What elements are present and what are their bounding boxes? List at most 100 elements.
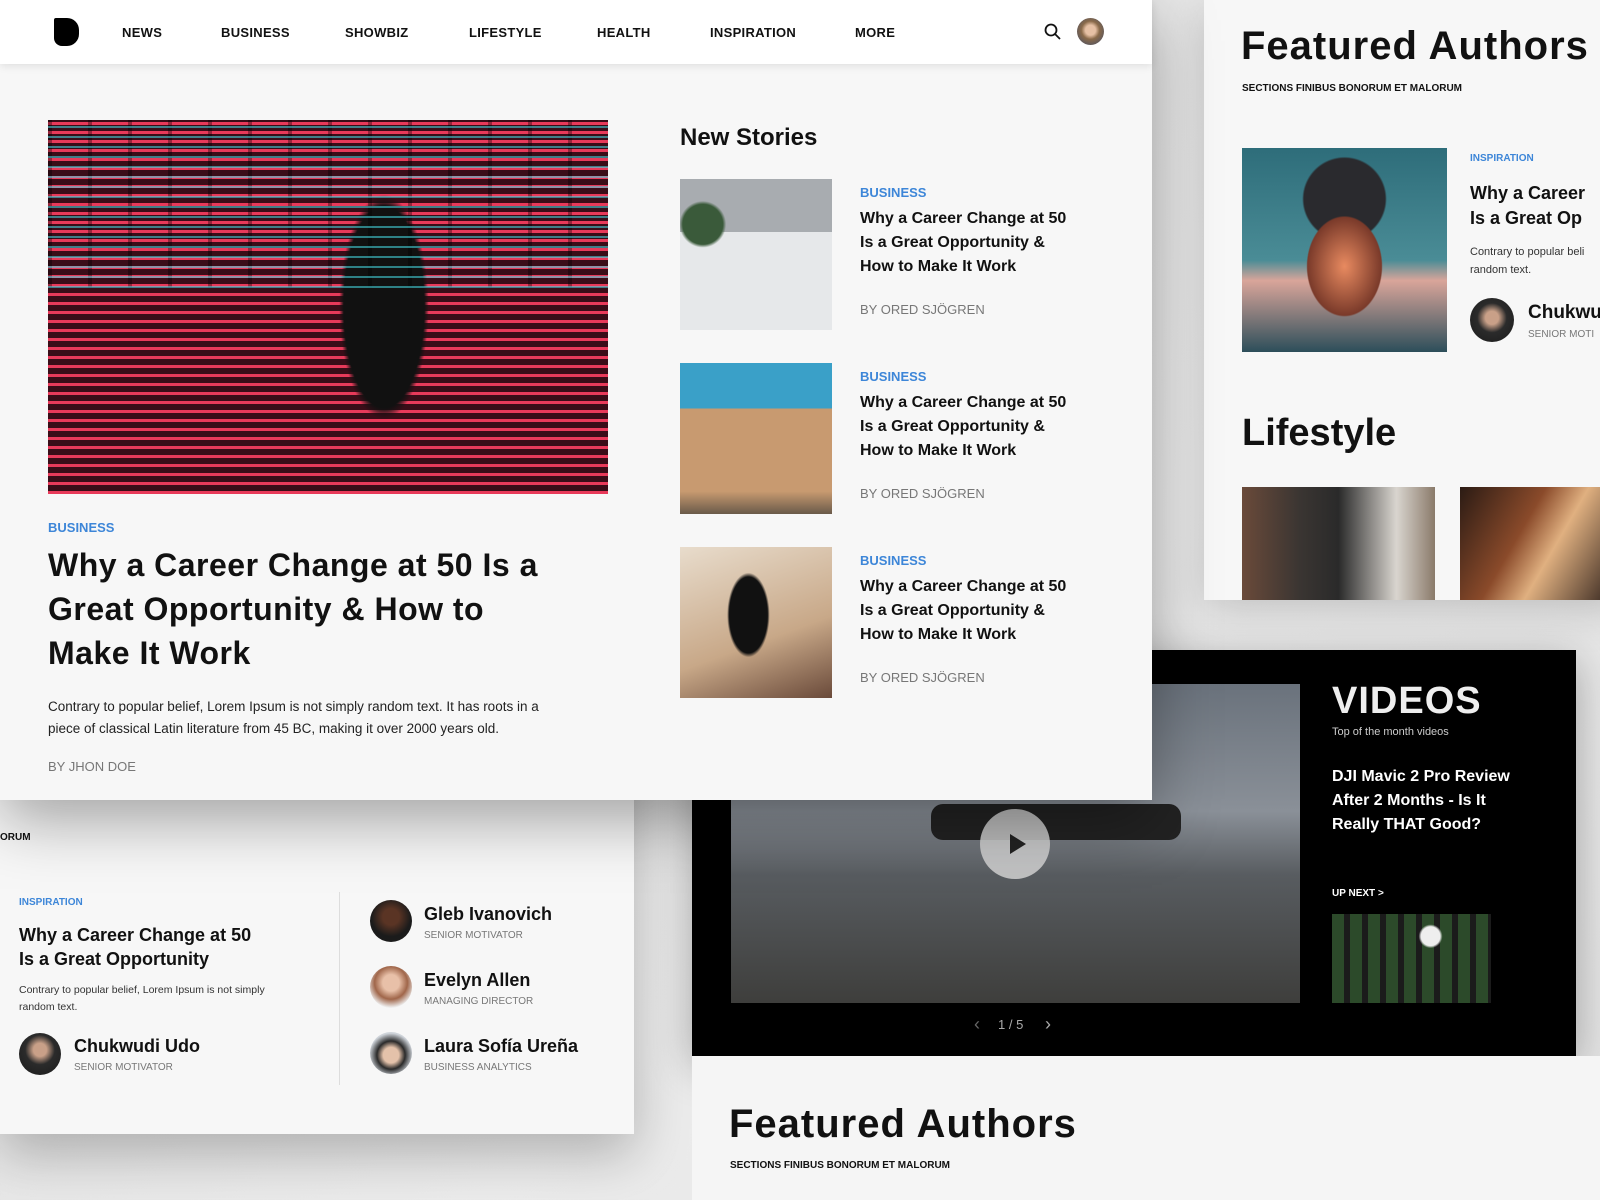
user-avatar[interactable]	[1077, 18, 1104, 45]
desc-line: piece of classical Latin literature from…	[48, 721, 499, 736]
story-category[interactable]: BUSINESS	[860, 185, 926, 200]
article-description: Contrary to popular beli random text.	[1470, 243, 1584, 279]
desc-line: Contrary to popular beli	[1470, 246, 1585, 258]
nav-business[interactable]: BUSINESS	[221, 25, 290, 40]
story-thumbnail[interactable]	[680, 363, 832, 514]
story-category[interactable]: BUSINESS	[860, 553, 926, 568]
title-line: Why a Career Change at 50 Is a	[48, 547, 538, 583]
avatar[interactable]	[370, 1032, 412, 1074]
lifestyle-image[interactable]	[1460, 487, 1600, 600]
title-line: Make It Work	[48, 635, 251, 671]
nav-inspiration[interactable]: INSPIRATION	[710, 25, 796, 40]
logo[interactable]	[54, 18, 79, 46]
section-title: Featured Authors	[729, 1102, 1077, 1146]
up-next-link[interactable]: UP NEXT >	[1332, 888, 1384, 899]
article-image[interactable]	[1242, 148, 1447, 352]
author-name[interactable]: Evelyn Allen	[424, 970, 530, 991]
hero-lights	[48, 120, 608, 289]
story-byline[interactable]: BY ORED SJÖGREN	[860, 670, 985, 685]
pager: 1 / 5	[998, 1017, 1024, 1032]
hero-description: Contrary to popular belief, Lorem Ipsum …	[48, 696, 539, 740]
title-line: Is a Great Opportunity &	[860, 234, 1045, 251]
section-subtitle: SECTIONS FINIBUS BONORUM ET MALORUM	[1242, 83, 1462, 94]
author-role: SENIOR MOTI	[1528, 329, 1595, 340]
section-subtitle: SECTIONS FINIBUS BONORUM ET MALORUM	[730, 1160, 950, 1171]
article-category[interactable]: INSPIRATION	[1470, 153, 1534, 164]
title-line: Is a Great Opportunity &	[860, 418, 1045, 435]
nav-more[interactable]: MORE	[855, 25, 895, 40]
nav-health[interactable]: HEALTH	[597, 25, 651, 40]
desc-line: random text.	[19, 1001, 78, 1013]
up-next-thumbnail[interactable]	[1332, 914, 1491, 1003]
story-byline[interactable]: BY ORED SJÖGREN	[860, 302, 985, 317]
author-name[interactable]: Gleb Ivanovich	[424, 904, 552, 925]
avatar[interactable]	[370, 900, 412, 942]
title-line: Really THAT Good?	[1332, 816, 1482, 833]
title-line: Is a Great Op	[1470, 208, 1583, 228]
author-name[interactable]: Chukwudi Udo	[74, 1036, 200, 1057]
section-subtitle: ORUM	[0, 832, 31, 843]
desc-line: random text.	[1470, 264, 1532, 276]
story-thumbnail[interactable]	[680, 179, 832, 330]
desc-line: Contrary to popular belief, Lorem Ipsum …	[19, 984, 265, 996]
article-category[interactable]: INSPIRATION	[19, 897, 83, 908]
video-title[interactable]: DJI Mavic 2 Pro Review After 2 Months - …	[1332, 765, 1510, 837]
nav-news[interactable]: NEWS	[122, 25, 162, 40]
nav-showbiz[interactable]: SHOWBIZ	[345, 25, 408, 40]
author-role: SENIOR MOTIVATOR	[74, 1062, 173, 1073]
featured-authors-card: Featured Authors SECTIONS FINIBUS BONORU…	[1204, 0, 1600, 600]
title-line: Why a Career Change at 50	[860, 210, 1067, 227]
hero-category[interactable]: BUSINESS	[48, 520, 114, 535]
story-title[interactable]: Why a Career Change at 50 Is a Great Opp…	[860, 575, 1066, 647]
story-title[interactable]: Why a Career Change at 50 Is a Great Opp…	[860, 207, 1066, 279]
title-line: Why a Career Change at 50	[860, 394, 1067, 411]
desc-line: Contrary to popular belief, Lorem Ipsum …	[48, 699, 539, 714]
section-title: Featured Authors	[1241, 24, 1589, 68]
story-title[interactable]: Why a Career Change at 50 Is a Great Opp…	[860, 391, 1066, 463]
story-byline[interactable]: BY ORED SJÖGREN	[860, 486, 985, 501]
title-line: After 2 Months - Is It	[1332, 792, 1486, 809]
title-line: Great Opportunity & How to	[48, 591, 485, 627]
videos-heading: VIDEOS	[1332, 680, 1482, 722]
author-role: BUSINESS ANALYTICS	[424, 1062, 532, 1073]
featured-authors-card-bottom: Featured Authors SECTIONS FINIBUS BONORU…	[692, 1056, 1600, 1200]
lifestyle-image[interactable]	[1242, 487, 1435, 600]
title-line: Why a Career Change at 50	[19, 925, 252, 945]
section-title: Lifestyle	[1242, 412, 1397, 454]
next-arrow-icon[interactable]: ›	[1045, 1014, 1051, 1035]
main-page: NEWS BUSINESS SHOWBIZ LIFESTYLE HEALTH I…	[0, 0, 1152, 800]
hero-title[interactable]: Why a Career Change at 50 Is a Great Opp…	[48, 543, 538, 675]
play-icon	[1009, 834, 1026, 854]
play-button[interactable]	[980, 809, 1050, 879]
title-line: How to Make It Work	[860, 258, 1017, 275]
article-description: Contrary to popular belief, Lorem Ipsum …	[19, 982, 265, 1016]
story-thumbnail[interactable]	[680, 547, 832, 698]
top-nav: NEWS BUSINESS SHOWBIZ LIFESTYLE HEALTH I…	[0, 0, 1152, 64]
title-line: Is a Great Opportunity &	[860, 602, 1045, 619]
author-role: SENIOR MOTIVATOR	[424, 930, 523, 941]
author-name[interactable]: Chukwu	[1528, 302, 1600, 324]
title-line: How to Make It Work	[860, 626, 1017, 643]
author-name[interactable]: Laura Sofía Ureña	[424, 1036, 578, 1057]
story-category[interactable]: BUSINESS	[860, 369, 926, 384]
title-line: Is a Great Opportunity	[19, 949, 210, 969]
title-line: DJI Mavic 2 Pro Review	[1332, 768, 1510, 785]
author-role: MANAGING DIRECTOR	[424, 996, 534, 1007]
nav-lifestyle[interactable]: LIFESTYLE	[469, 25, 542, 40]
new-stories-heading: New Stories	[680, 124, 818, 151]
article-title[interactable]: Why a Career Change at 50 Is a Great Opp…	[19, 923, 251, 971]
prev-arrow-icon[interactable]: ‹	[974, 1014, 980, 1035]
videos-subtitle: Top of the month videos	[1332, 726, 1449, 738]
avatar[interactable]	[1470, 298, 1514, 342]
avatar[interactable]	[19, 1033, 61, 1075]
article-title[interactable]: Why a Career Is a Great Op	[1470, 181, 1585, 231]
avatar[interactable]	[370, 966, 412, 1008]
title-line: Why a Career	[1470, 183, 1586, 203]
title-line: Why a Career Change at 50	[860, 578, 1067, 595]
hero-byline[interactable]: BY JHON DOE	[48, 759, 136, 774]
drone-silhouette	[931, 804, 1181, 840]
divider	[339, 892, 340, 1085]
hero-image[interactable]	[48, 120, 608, 494]
search-icon[interactable]	[1044, 23, 1062, 41]
title-line: How to Make It Work	[860, 442, 1017, 459]
